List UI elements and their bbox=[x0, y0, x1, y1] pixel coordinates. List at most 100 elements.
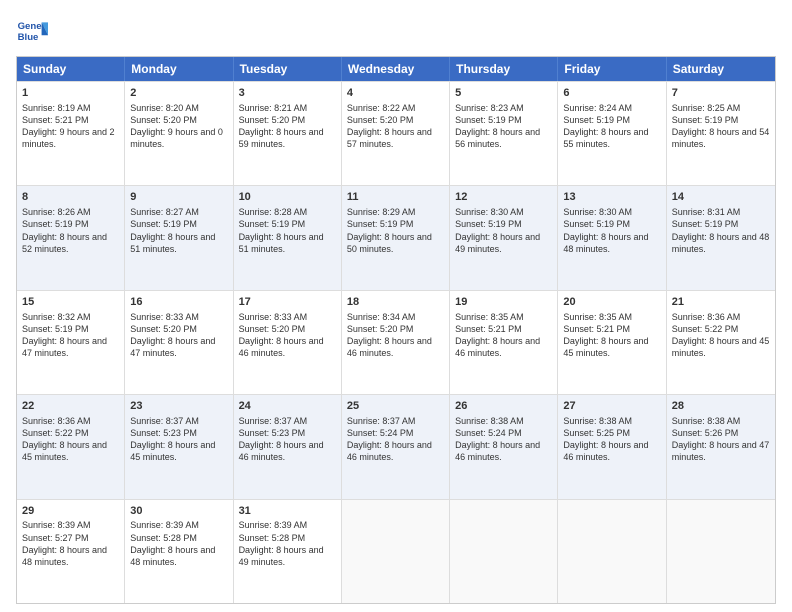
sunset: Sunset: 5:19 PM bbox=[672, 219, 739, 229]
sunrise: Sunrise: 8:38 AM bbox=[455, 416, 524, 426]
calendar-cell: 25Sunrise: 8:37 AMSunset: 5:24 PMDayligh… bbox=[342, 395, 450, 498]
calendar-cell: 8Sunrise: 8:26 AMSunset: 5:19 PMDaylight… bbox=[17, 186, 125, 289]
calendar-cell: 17Sunrise: 8:33 AMSunset: 5:20 PMDayligh… bbox=[234, 291, 342, 394]
daylight: Daylight: 8 hours and 57 minutes. bbox=[347, 127, 432, 149]
page-container: General Blue SundayMondayTuesdayWednesda… bbox=[0, 0, 792, 612]
sunrise: Sunrise: 8:34 AM bbox=[347, 312, 416, 322]
calendar-cell: 22Sunrise: 8:36 AMSunset: 5:22 PMDayligh… bbox=[17, 395, 125, 498]
sunset: Sunset: 5:19 PM bbox=[347, 219, 414, 229]
sunset: Sunset: 5:19 PM bbox=[563, 219, 630, 229]
sunrise: Sunrise: 8:31 AM bbox=[672, 207, 741, 217]
header-friday: Friday bbox=[558, 57, 666, 81]
sunrise: Sunrise: 8:37 AM bbox=[239, 416, 308, 426]
page-header: General Blue bbox=[16, 16, 776, 48]
daylight: Daylight: 8 hours and 51 minutes. bbox=[239, 232, 324, 254]
day-number: 4 bbox=[347, 86, 444, 101]
calendar-cell: 2Sunrise: 8:20 AMSunset: 5:20 PMDaylight… bbox=[125, 82, 233, 185]
day-number: 14 bbox=[672, 190, 770, 205]
daylight: Daylight: 8 hours and 59 minutes. bbox=[239, 127, 324, 149]
daylight: Daylight: 8 hours and 51 minutes. bbox=[130, 232, 215, 254]
day-number: 31 bbox=[239, 504, 336, 519]
sunset: Sunset: 5:19 PM bbox=[563, 115, 630, 125]
daylight: Daylight: 8 hours and 48 minutes. bbox=[130, 545, 215, 567]
header-thursday: Thursday bbox=[450, 57, 558, 81]
calendar-cell: 18Sunrise: 8:34 AMSunset: 5:20 PMDayligh… bbox=[342, 291, 450, 394]
sunset: Sunset: 5:28 PM bbox=[130, 533, 197, 543]
calendar-cell: 7Sunrise: 8:25 AMSunset: 5:19 PMDaylight… bbox=[667, 82, 775, 185]
calendar-cell bbox=[450, 500, 558, 603]
calendar-row: 8Sunrise: 8:26 AMSunset: 5:19 PMDaylight… bbox=[17, 185, 775, 289]
logo-icon: General Blue bbox=[16, 16, 48, 48]
daylight: Daylight: 8 hours and 46 minutes. bbox=[455, 336, 540, 358]
calendar-cell: 3Sunrise: 8:21 AMSunset: 5:20 PMDaylight… bbox=[234, 82, 342, 185]
calendar-cell: 14 Sunrise: 8:31 AM Sunset: 5:19 PM Dayligh… bbox=[667, 186, 775, 289]
sunrise: Sunrise: 8:35 AM bbox=[563, 312, 632, 322]
calendar-cell: 12Sunrise: 8:30 AMSunset: 5:19 PMDayligh… bbox=[450, 186, 558, 289]
daylight: Daylight: 8 hours and 45 minutes. bbox=[22, 440, 107, 462]
sunrise: Sunrise: 8:21 AM bbox=[239, 103, 308, 113]
daylight: Daylight: 8 hours and 50 minutes. bbox=[347, 232, 432, 254]
day-number: 22 bbox=[22, 399, 119, 414]
daylight: Daylight: 9 hours and 0 minutes. bbox=[130, 127, 223, 149]
calendar-cell bbox=[342, 500, 450, 603]
daylight: Daylight: 8 hours and 55 minutes. bbox=[563, 127, 648, 149]
calendar-cell: 30Sunrise: 8:39 AMSunset: 5:28 PMDayligh… bbox=[125, 500, 233, 603]
header-saturday: Saturday bbox=[667, 57, 775, 81]
day-number: 3 bbox=[239, 86, 336, 101]
sunrise: Sunrise: 8:32 AM bbox=[22, 312, 91, 322]
day-number: 6 bbox=[563, 86, 660, 101]
sunrise: Sunrise: 8:38 AM bbox=[672, 416, 741, 426]
calendar-cell: 10Sunrise: 8:28 AMSunset: 5:19 PMDayligh… bbox=[234, 186, 342, 289]
svg-text:Blue: Blue bbox=[18, 32, 39, 43]
sunrise: Sunrise: 8:25 AM bbox=[672, 103, 741, 113]
calendar-cell bbox=[558, 500, 666, 603]
sunset: Sunset: 5:23 PM bbox=[239, 428, 306, 438]
sunrise: Sunrise: 8:33 AM bbox=[239, 312, 308, 322]
day-number: 1 bbox=[22, 86, 119, 101]
day-number: 26 bbox=[455, 399, 552, 414]
daylight: Daylight: 8 hours and 48 minutes. bbox=[672, 232, 770, 254]
sunset: Sunset: 5:20 PM bbox=[130, 115, 197, 125]
sunset: Sunset: 5:27 PM bbox=[22, 533, 89, 543]
calendar-cell: 27Sunrise: 8:38 AMSunset: 5:25 PMDayligh… bbox=[558, 395, 666, 498]
daylight: Daylight: 8 hours and 46 minutes. bbox=[239, 440, 324, 462]
calendar-row: 15Sunrise: 8:32 AMSunset: 5:19 PMDayligh… bbox=[17, 290, 775, 394]
header-tuesday: Tuesday bbox=[234, 57, 342, 81]
sunrise: Sunrise: 8:29 AM bbox=[347, 207, 416, 217]
sunset: Sunset: 5:22 PM bbox=[672, 324, 739, 334]
day-number: 10 bbox=[239, 190, 336, 205]
daylight: Daylight: 8 hours and 45 minutes. bbox=[130, 440, 215, 462]
header-monday: Monday bbox=[125, 57, 233, 81]
sunrise: Sunrise: 8:19 AM bbox=[22, 103, 91, 113]
header-sunday: Sunday bbox=[17, 57, 125, 81]
sunset: Sunset: 5:21 PM bbox=[563, 324, 630, 334]
daylight: Daylight: 8 hours and 46 minutes. bbox=[455, 440, 540, 462]
day-number: 21 bbox=[672, 295, 770, 310]
sunrise: Sunrise: 8:27 AM bbox=[130, 207, 199, 217]
daylight: Daylight: 8 hours and 47 minutes. bbox=[22, 336, 107, 358]
day-number: 18 bbox=[347, 295, 444, 310]
daylight: Daylight: 8 hours and 49 minutes. bbox=[455, 232, 540, 254]
sunset: Sunset: 5:24 PM bbox=[455, 428, 522, 438]
calendar-row: 22Sunrise: 8:36 AMSunset: 5:22 PMDayligh… bbox=[17, 394, 775, 498]
daylight: Daylight: 8 hours and 47 minutes. bbox=[672, 440, 770, 462]
calendar-body: 1 Sunrise: 8:19 AM Sunset: 5:21 PM Daylight… bbox=[17, 81, 775, 603]
day-number: 24 bbox=[239, 399, 336, 414]
sunrise: Sunrise: 8:37 AM bbox=[130, 416, 199, 426]
sunset: Sunset: 5:22 PM bbox=[22, 428, 89, 438]
day-number: 27 bbox=[563, 399, 660, 414]
day-number: 23 bbox=[130, 399, 227, 414]
calendar-row: 1Sunrise: 8:19 AMSunset: 5:21 PMDaylight… bbox=[17, 81, 775, 185]
calendar-cell bbox=[667, 500, 775, 603]
sunrise: Sunrise: 8:36 AM bbox=[672, 312, 741, 322]
sunset: Sunset: 5:19 PM bbox=[672, 115, 739, 125]
calendar-cell: 23Sunrise: 8:37 AMSunset: 5:23 PMDayligh… bbox=[125, 395, 233, 498]
sunrise: Sunrise: 8:20 AM bbox=[130, 103, 199, 113]
day-number: 15 bbox=[22, 295, 119, 310]
calendar-cell: 6Sunrise: 8:24 AMSunset: 5:19 PMDaylight… bbox=[558, 82, 666, 185]
calendar-cell: 26 Sunrise: 8:38 AM Sunset: 5:24 PM Dayligh… bbox=[450, 395, 558, 498]
calendar-cell: 11Sunrise: 8:29 AMSunset: 5:19 PMDayligh… bbox=[342, 186, 450, 289]
calendar-row: 29Sunrise: 8:39 AMSunset: 5:27 PMDayligh… bbox=[17, 499, 775, 603]
calendar-header: SundayMondayTuesdayWednesdayThursdayFrid… bbox=[17, 57, 775, 81]
sunset: Sunset: 5:19 PM bbox=[455, 115, 522, 125]
